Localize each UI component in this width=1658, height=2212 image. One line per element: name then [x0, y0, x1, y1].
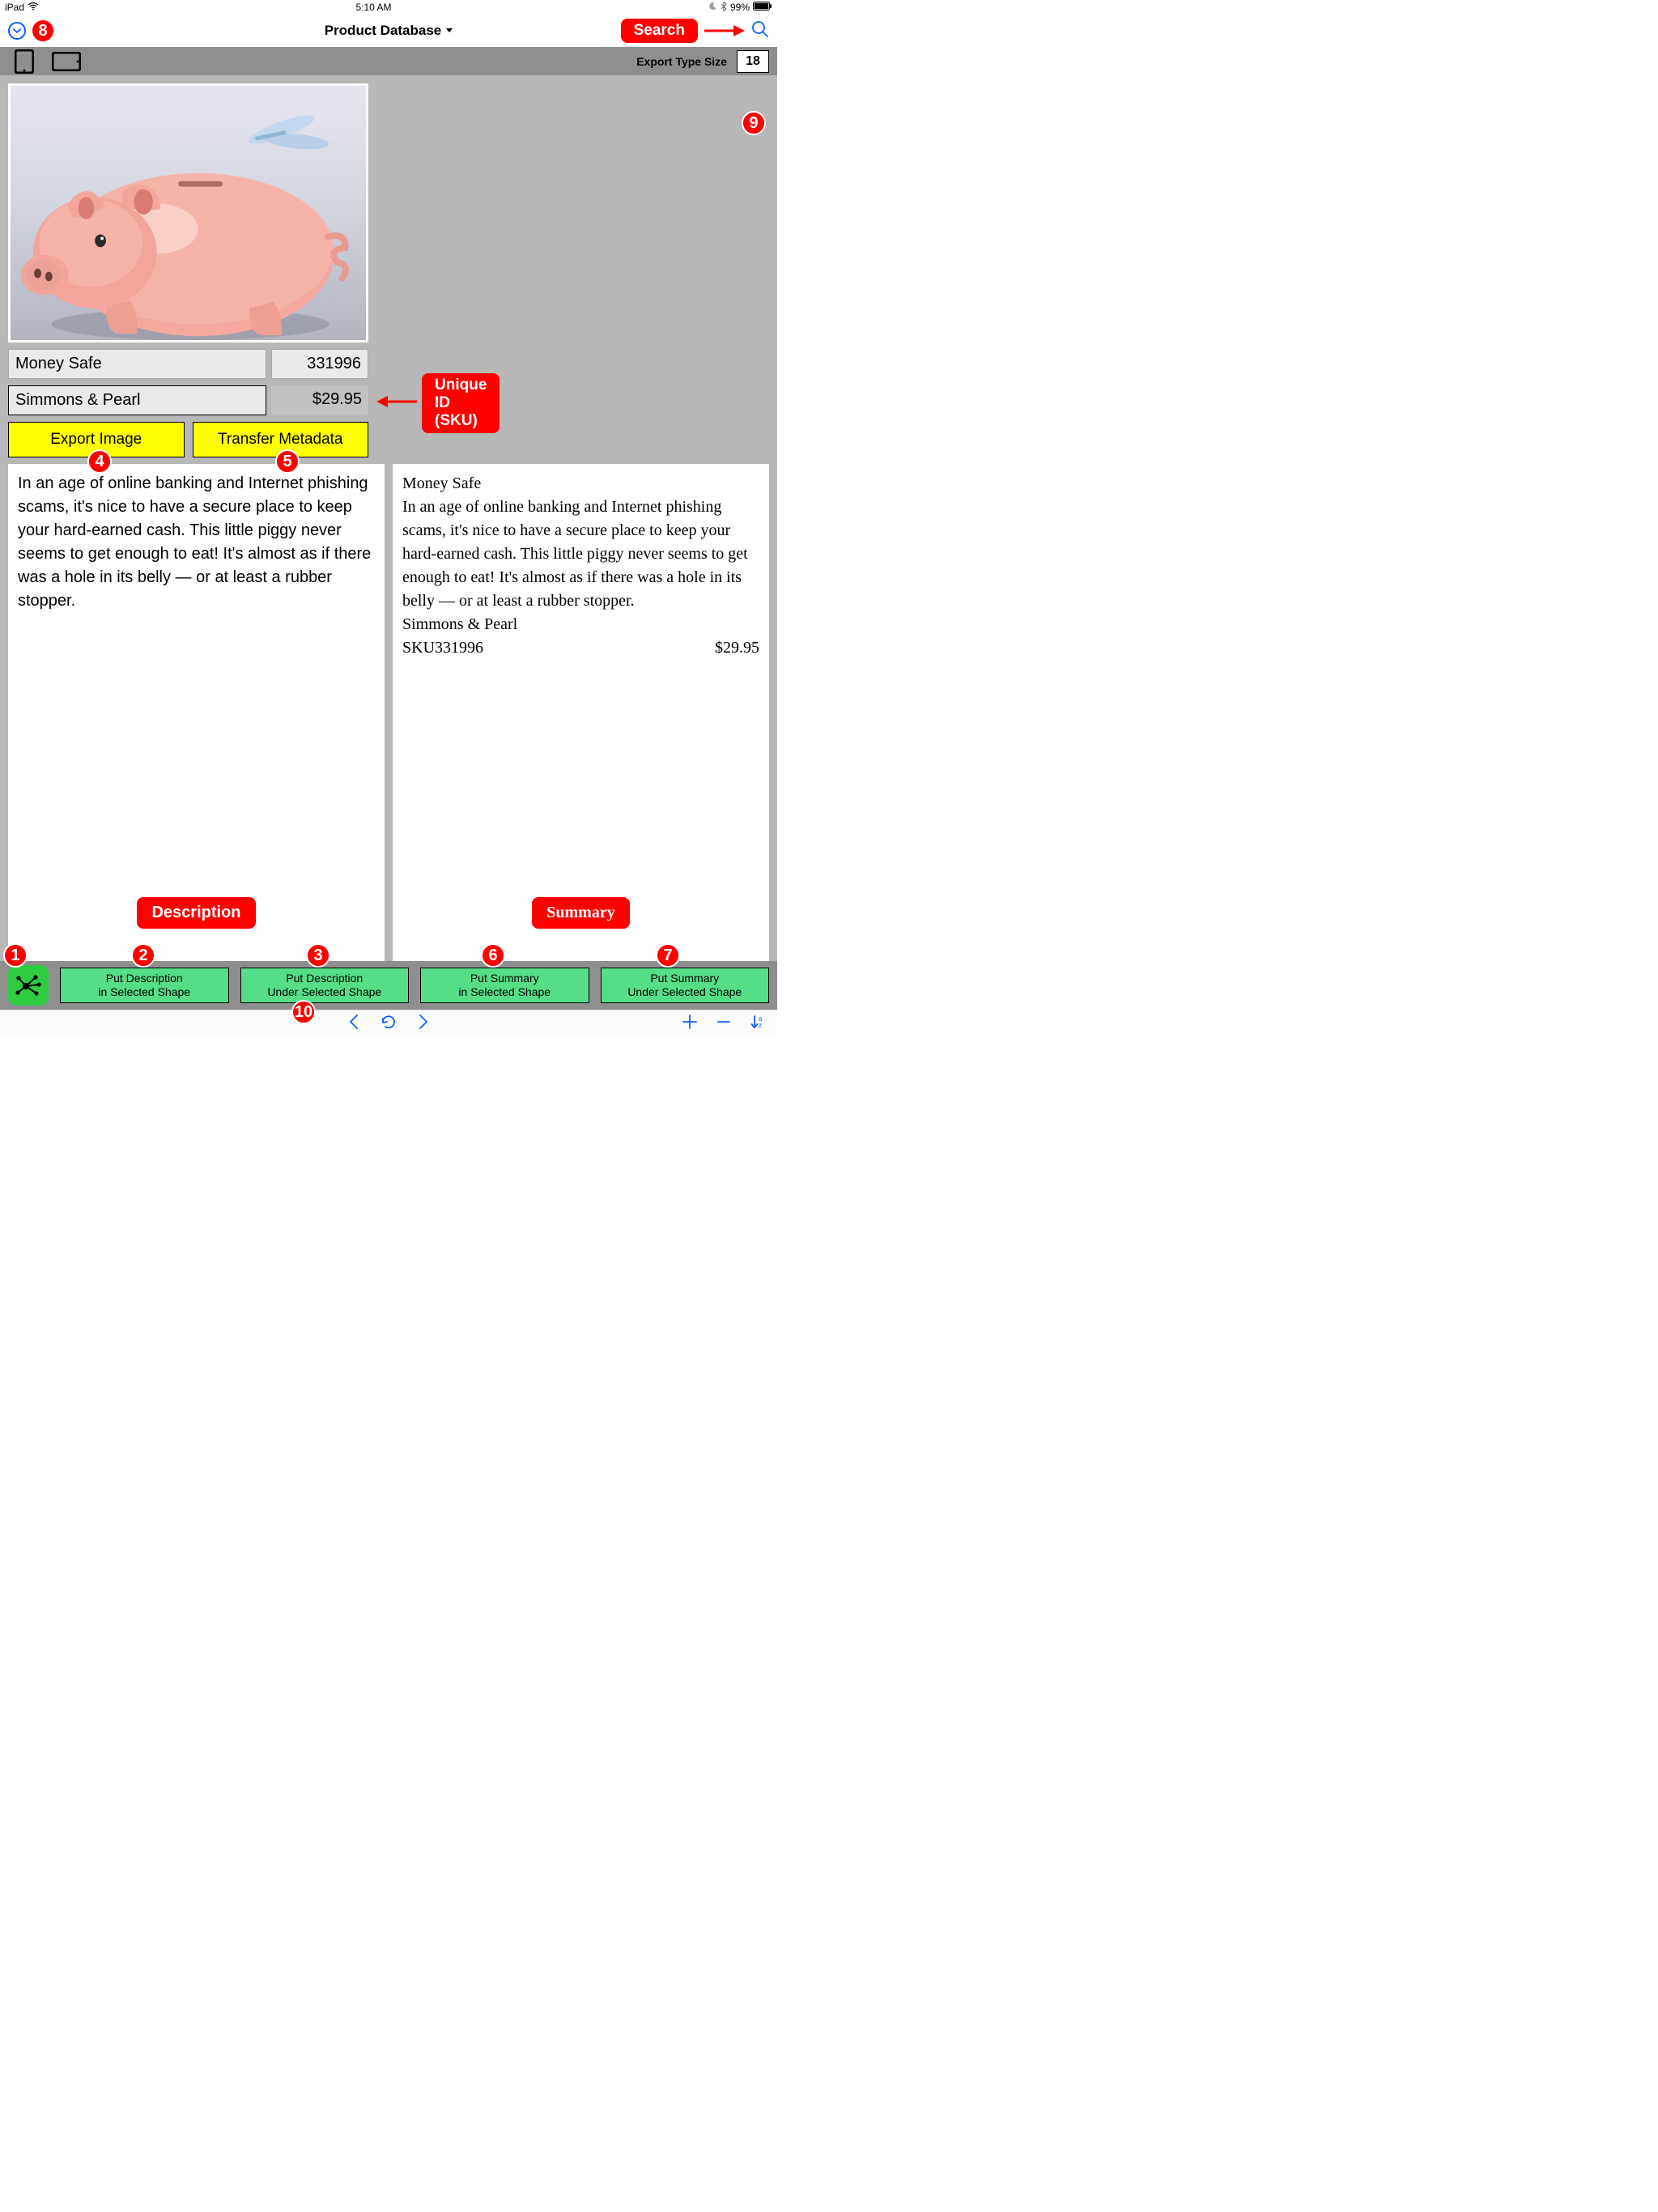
price-field[interactable]: $29.95 — [271, 385, 368, 415]
badge-5: 5 — [275, 449, 300, 474]
badge-8: 8 — [31, 19, 55, 43]
dropdown-icon[interactable] — [8, 22, 26, 40]
piggy-bank-illustration — [11, 86, 366, 340]
summary-title: Money Safe — [402, 472, 759, 496]
moon-icon — [708, 2, 717, 13]
search-callout: Search — [621, 19, 698, 43]
arrow-right-icon — [704, 23, 745, 38]
product-sku-field[interactable]: 331996 — [271, 349, 368, 379]
network-graph-icon — [15, 972, 42, 999]
export-type-size-label: Export Type Size — [636, 55, 727, 68]
badge-6: 6 — [481, 943, 505, 968]
bottom-button-bar: 1 2 3 6 7 10 Put Description in Selected… — [0, 961, 777, 1010]
btn7-line2: Under Selected Shape — [627, 985, 742, 1000]
put-description-in-shape-button[interactable]: Put Description in Selected Shape — [60, 968, 229, 1003]
content-area: Money Safe 331996 Unique ID (SKU) Simmon… — [0, 75, 777, 961]
product-image[interactable] — [8, 83, 368, 342]
put-summary-under-shape-button[interactable]: Put Summary Under Selected Shape — [601, 968, 770, 1003]
company-field[interactable]: Simmons & Pearl — [8, 385, 266, 415]
put-description-under-shape-button[interactable]: Put Description Under Selected Shape — [240, 968, 410, 1003]
svg-text:z: z — [759, 1022, 762, 1029]
btn3-line1: Put Description — [286, 972, 363, 986]
page-title-dropdown[interactable]: Product Database — [325, 23, 453, 39]
btn2-line2: in Selected Shape — [98, 985, 190, 1000]
orientation-toolbar: Export Type Size — [0, 47, 777, 75]
bluetooth-icon — [721, 2, 727, 14]
badge-7: 7 — [656, 943, 680, 968]
summary-panel[interactable]: Money Safe In an age of online banking a… — [393, 464, 769, 961]
badge-4: 4 — [87, 449, 112, 474]
put-summary-in-shape-button[interactable]: Put Summary in Selected Shape — [420, 968, 589, 1003]
sort-icon[interactable]: az — [750, 1014, 766, 1034]
footer-toolbar: az — [0, 1010, 777, 1036]
badge-10: 10 — [291, 1000, 316, 1024]
badge-9: 9 — [742, 111, 766, 135]
search-icon[interactable] — [751, 20, 769, 42]
btn6-line1: Put Summary — [470, 972, 539, 986]
portrait-device-icon[interactable] — [8, 51, 40, 72]
sku-callout: Unique ID (SKU) — [422, 373, 500, 433]
carrier-label: iPad — [5, 2, 24, 13]
btn2-line1: Put Description — [106, 972, 183, 986]
wifi-icon — [28, 2, 39, 13]
summary-company: Simmons & Pearl — [402, 613, 759, 636]
clock: 5:10 AM — [355, 2, 391, 13]
page-title: Product Database — [325, 23, 442, 39]
description-text: In an age of online banking and Internet… — [18, 472, 375, 953]
battery-icon — [753, 2, 772, 13]
arrow-left-icon — [376, 394, 417, 413]
description-panel[interactable]: In an age of online banking and Internet… — [8, 464, 385, 961]
title-caret-icon — [446, 28, 453, 34]
badge-1: 1 — [3, 943, 28, 968]
summary-body: In an age of online banking and Internet… — [402, 496, 759, 613]
prev-record-icon[interactable] — [348, 1014, 359, 1034]
badge-3: 3 — [306, 943, 330, 968]
remove-record-icon[interactable] — [716, 1014, 732, 1034]
export-type-size-input[interactable] — [737, 50, 769, 73]
app-header: 8 Product Database Search — [0, 15, 777, 47]
btn6-line2: in Selected Shape — [458, 985, 551, 1000]
status-bar: iPad 5:10 AM 99% — [0, 0, 777, 15]
badge-2: 2 — [131, 943, 155, 968]
battery-percent: 99% — [730, 2, 750, 13]
summary-pill: Summary — [532, 897, 629, 929]
btn7-line1: Put Summary — [650, 972, 719, 986]
summary-sku: SKU331996 — [402, 636, 483, 660]
add-record-icon[interactable] — [682, 1014, 698, 1034]
summary-price: $29.95 — [715, 636, 759, 660]
refresh-icon[interactable] — [380, 1014, 397, 1034]
description-pill: Description — [137, 897, 255, 929]
next-record-icon[interactable] — [418, 1014, 429, 1034]
btn3-line2: Under Selected Shape — [267, 985, 381, 1000]
landscape-device-icon[interactable] — [50, 51, 83, 72]
app-icon[interactable] — [8, 965, 49, 1006]
product-name-field[interactable]: Money Safe — [8, 349, 266, 379]
